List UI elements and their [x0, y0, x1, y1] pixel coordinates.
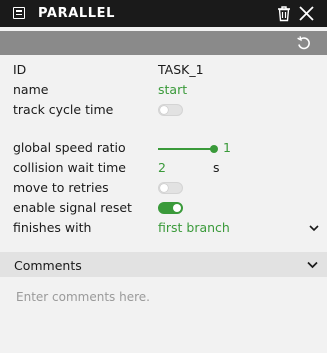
refresh-icon[interactable] — [296, 35, 312, 51]
toggle-knob — [173, 204, 181, 212]
property-row-id: ID TASK_1 — [0, 60, 327, 80]
move-to-retries-label: move to retries — [13, 180, 109, 195]
trash-icon[interactable] — [276, 5, 292, 22]
enable-signal-reset-label: enable signal reset — [13, 200, 132, 215]
comments-input[interactable] — [0, 281, 327, 353]
global-speed-ratio-value: 1 — [223, 140, 231, 155]
enable-signal-reset-toggle[interactable] — [158, 202, 183, 214]
toggle-knob — [160, 106, 168, 114]
chevron-down-icon[interactable] — [308, 222, 320, 234]
property-row-track-cycle-time: track cycle time — [0, 100, 327, 120]
property-row-collision-wait-time: collision wait time 2 s — [0, 158, 327, 178]
id-value[interactable]: TASK_1 — [158, 62, 204, 77]
track-cycle-time-toggle[interactable] — [158, 104, 183, 116]
comments-header-label: Comments — [14, 258, 82, 273]
property-row-enable-signal-reset: enable signal reset — [0, 198, 327, 218]
slider-thumb[interactable] — [210, 145, 218, 153]
name-value[interactable]: start — [158, 82, 187, 97]
chevron-down-icon[interactable] — [306, 258, 319, 271]
panel-list-icon — [13, 7, 25, 19]
collision-wait-time-value[interactable]: 2 — [158, 160, 166, 175]
property-row-finishes-with: finishes with first branch — [0, 218, 327, 238]
name-label: name — [13, 82, 49, 97]
move-to-retries-toggle[interactable] — [158, 182, 183, 194]
collision-wait-time-unit: s — [213, 160, 220, 175]
track-cycle-time-label: track cycle time — [13, 102, 114, 117]
toolbar — [0, 31, 327, 55]
collision-wait-time-label: collision wait time — [13, 160, 126, 175]
property-row-global-speed-ratio: global speed ratio 1 — [0, 138, 327, 158]
close-icon[interactable] — [298, 5, 315, 22]
property-row-name: name start — [0, 80, 327, 100]
id-label: ID — [13, 62, 27, 77]
global-speed-ratio-label: global speed ratio — [13, 140, 126, 155]
toggle-knob — [160, 184, 168, 192]
comments-section-header[interactable]: Comments — [0, 252, 327, 277]
property-row-move-to-retries: move to retries — [0, 178, 327, 198]
finishes-with-select[interactable]: first branch — [158, 220, 230, 235]
finishes-with-label: finishes with — [13, 220, 92, 235]
title-bar: PARALLEL — [0, 0, 327, 27]
slider-track — [158, 148, 213, 150]
panel-title: PARALLEL — [38, 6, 115, 21]
global-speed-ratio-slider[interactable] — [158, 140, 218, 156]
